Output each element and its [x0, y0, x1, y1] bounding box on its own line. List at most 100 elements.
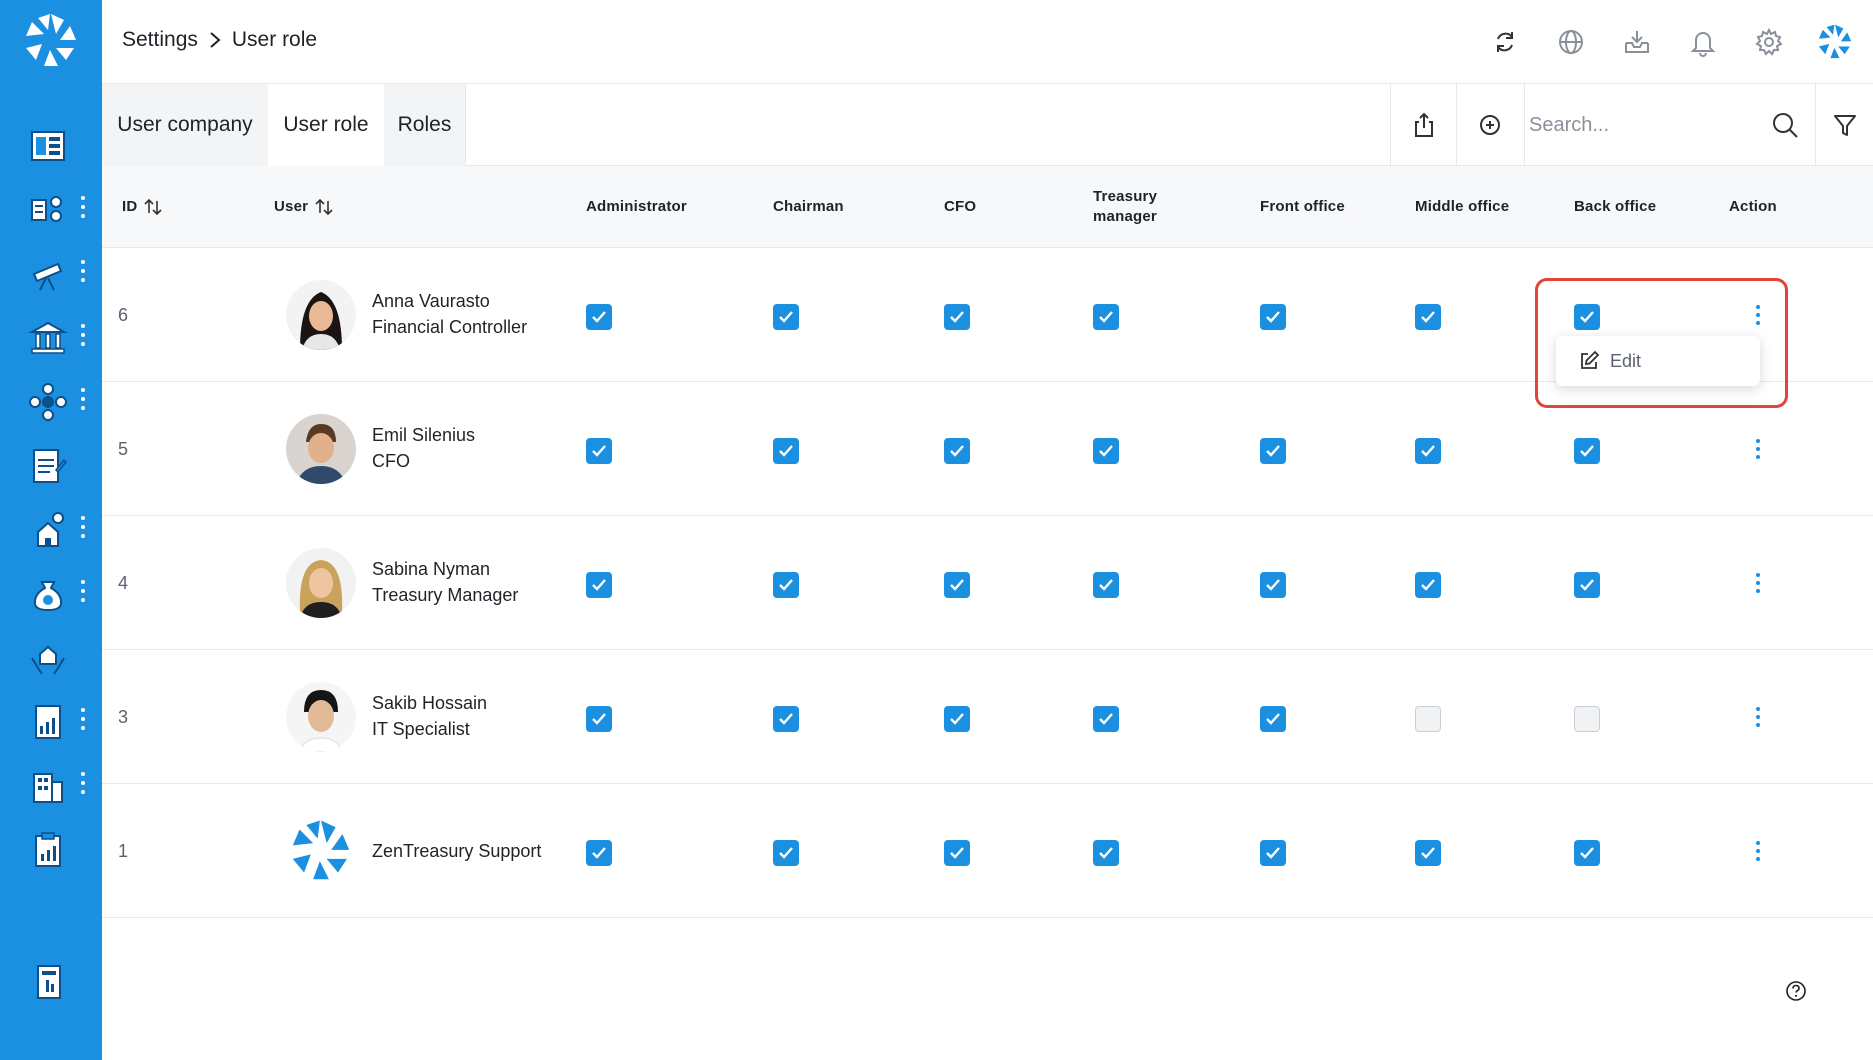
sidebar-more-icon[interactable]: [80, 388, 86, 414]
app-logo-icon[interactable]: [20, 10, 82, 72]
tab-roles[interactable]: Roles: [384, 84, 466, 166]
column-header-id[interactable]: ID: [122, 166, 163, 248]
filter-icon: [1833, 115, 1856, 136]
checkbox-cfo[interactable]: [944, 840, 970, 866]
checkbox-front-office[interactable]: [1260, 304, 1286, 330]
checkbox-administrator[interactable]: [586, 572, 612, 598]
sidebar-item-notes[interactable]: [0, 954, 102, 1008]
checkbox-front-office[interactable]: [1260, 706, 1286, 732]
notebook-icon: [37, 965, 61, 999]
checkbox-chairman[interactable]: [773, 438, 799, 464]
checkbox-front-office[interactable]: [1260, 438, 1286, 464]
sidebar-item-forecast[interactable]: [0, 246, 102, 300]
checkbox-administrator[interactable]: [586, 304, 612, 330]
help-icon[interactable]: [1785, 980, 1807, 1002]
checkbox-middle-office[interactable]: [1415, 304, 1441, 330]
row-action-menu-button[interactable]: [1744, 434, 1772, 464]
user-title: Financial Controller: [372, 317, 528, 337]
checkbox-front-office[interactable]: [1260, 572, 1286, 598]
checkbox-middle-office[interactable]: [1415, 706, 1441, 732]
checkbox-treasury-manager[interactable]: [1093, 840, 1119, 866]
checkbox-administrator[interactable]: [586, 438, 612, 464]
check-icon: [1580, 847, 1594, 859]
sidebar-more-icon[interactable]: [80, 324, 86, 350]
checkbox-chairman[interactable]: [773, 304, 799, 330]
export-button[interactable]: [1390, 84, 1456, 166]
sort-icon[interactable]: [143, 197, 163, 217]
search-box: [1524, 84, 1814, 166]
sidebar-item-property[interactable]: [0, 502, 102, 556]
checkbox-chairman[interactable]: [773, 572, 799, 598]
sidebar-item-guarantees[interactable]: [0, 630, 102, 684]
sidebar-item-funds[interactable]: [0, 566, 102, 620]
refresh-button[interactable]: [1481, 18, 1529, 66]
sidebar-more-icon[interactable]: [80, 708, 86, 734]
search-input[interactable]: [1529, 108, 1759, 142]
checkbox-chairman[interactable]: [773, 840, 799, 866]
sidebar-item-companies[interactable]: [0, 758, 102, 812]
filter-button[interactable]: [1815, 84, 1873, 166]
share-upload-icon: [1414, 112, 1433, 137]
sidebar-item-accounts[interactable]: [0, 182, 102, 236]
column-header-action: Action: [1729, 198, 1777, 215]
tab-user-company[interactable]: User company: [102, 84, 268, 166]
sidebar-more-icon[interactable]: [80, 260, 86, 286]
sidebar-more-icon[interactable]: [80, 580, 86, 606]
sort-icon[interactable]: [314, 197, 334, 217]
user-cell: ZenTreasury Support: [372, 838, 541, 864]
sidebar-item-network[interactable]: [0, 374, 102, 428]
download-button[interactable]: [1613, 18, 1661, 66]
sidebar-more-icon[interactable]: [80, 196, 86, 222]
sidebar-more-icon[interactable]: [80, 516, 86, 542]
sidebar-item-bank[interactable]: [0, 310, 102, 364]
checkbox-front-office[interactable]: [1260, 840, 1286, 866]
sidebar-item-dashboard[interactable]: [0, 118, 102, 172]
settings-button[interactable]: [1745, 18, 1793, 66]
checkbox-cfo[interactable]: [944, 304, 970, 330]
checkbox-treasury-manager[interactable]: [1093, 572, 1119, 598]
tab-user-role[interactable]: User role: [268, 84, 384, 166]
column-header-user[interactable]: User: [274, 166, 334, 248]
row-action-menu-button[interactable]: [1744, 702, 1772, 732]
checkbox-chairman[interactable]: [773, 706, 799, 732]
add-button[interactable]: [1456, 84, 1522, 166]
checkbox-administrator[interactable]: [586, 706, 612, 732]
sidebar-item-invoices[interactable]: [0, 438, 102, 492]
sidebar-item-clipboard[interactable]: [0, 822, 102, 876]
checkbox-middle-office[interactable]: [1415, 840, 1441, 866]
checkbox-cfo[interactable]: [944, 572, 970, 598]
user-cell: Emil Silenius CFO: [372, 422, 475, 474]
row-action-menu-button[interactable]: [1744, 568, 1772, 598]
checkbox-back-office[interactable]: [1574, 706, 1600, 732]
checkbox-treasury-manager[interactable]: [1093, 706, 1119, 732]
row-action-menu-button[interactable]: [1744, 836, 1772, 866]
sidebar-more-icon[interactable]: [80, 772, 86, 798]
checkbox-cfo[interactable]: [944, 438, 970, 464]
profile-button[interactable]: [1811, 18, 1859, 66]
checkbox-back-office[interactable]: [1574, 572, 1600, 598]
money-bag-icon: [33, 581, 63, 612]
language-button[interactable]: [1547, 18, 1595, 66]
checkbox-middle-office[interactable]: [1415, 438, 1441, 464]
notifications-button[interactable]: [1679, 18, 1727, 66]
check-icon: [1580, 579, 1594, 591]
user-name: Anna Vaurasto: [372, 291, 490, 311]
column-header-middle-office: Middle office: [1415, 198, 1510, 215]
checkbox-administrator[interactable]: [586, 840, 612, 866]
user-name: ZenTreasury Support: [372, 841, 542, 861]
checkbox-cfo[interactable]: [944, 706, 970, 732]
search-icon[interactable]: [1770, 110, 1800, 140]
check-icon: [1266, 713, 1280, 725]
globe-icon: [1559, 30, 1583, 54]
user-cell: Sakib Hossain IT Specialist: [372, 690, 487, 742]
breadcrumb: Settings User role: [122, 28, 317, 52]
breadcrumb-settings[interactable]: Settings: [122, 28, 198, 52]
checkbox-back-office[interactable]: [1574, 840, 1600, 866]
clipboard-icon: [35, 832, 61, 867]
sidebar-item-reports[interactable]: [0, 694, 102, 748]
checkbox-back-office[interactable]: [1574, 438, 1600, 464]
checkbox-treasury-manager[interactable]: [1093, 304, 1119, 330]
user-cell: Anna Vaurasto Financial Controller: [372, 288, 527, 340]
checkbox-treasury-manager[interactable]: [1093, 438, 1119, 464]
checkbox-middle-office[interactable]: [1415, 572, 1441, 598]
